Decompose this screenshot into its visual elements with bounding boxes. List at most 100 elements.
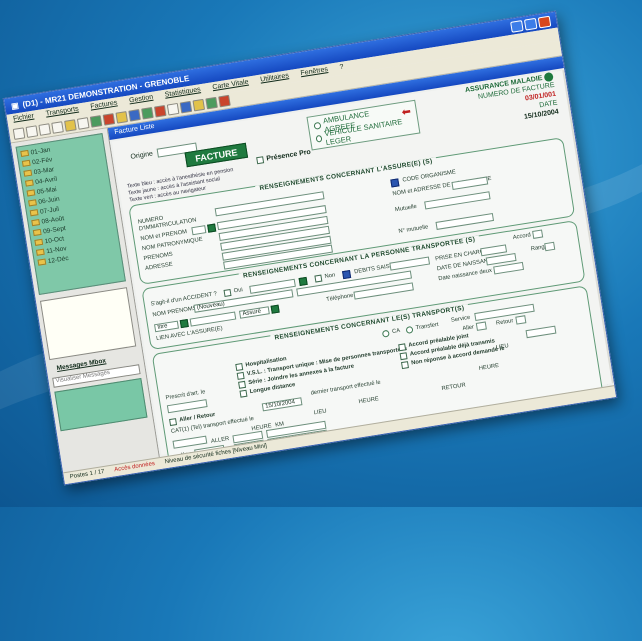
ambulance-icon[interactable] — [102, 113, 116, 126]
titre-input[interactable] — [191, 225, 207, 236]
prescrit-input[interactable] — [166, 399, 208, 414]
telephone-label: Téléphone — [325, 292, 354, 304]
maximize-button[interactable] — [523, 17, 538, 31]
new-document-icon[interactable] — [12, 127, 26, 140]
origine-label: Origine — [130, 150, 154, 161]
document-icon[interactable] — [51, 121, 64, 134]
aller-retour-checkbox[interactable] — [169, 418, 178, 427]
menu-help[interactable]: ? — [339, 64, 344, 74]
transport-type-box: AMBULANCE AGREEE ⬅ VEHICULE SANITAIRE LEG… — [306, 99, 421, 151]
folder-icon — [28, 199, 37, 207]
ca-label: CA — [391, 327, 401, 336]
prenoms-label: PRENOMS — [143, 251, 174, 263]
lien-input[interactable]: Assuré — [238, 306, 270, 319]
n-mutuelle-label: N° mutuelle — [398, 224, 429, 235]
hospitalisation-checkbox[interactable] — [235, 363, 244, 372]
nom-prenoms-label: NOM PRENOMS — [152, 305, 197, 319]
lieu2-label: LIEU — [495, 343, 510, 352]
accord-joint-checkbox[interactable] — [398, 343, 407, 352]
settings-icon[interactable] — [166, 102, 180, 116]
organisme-input[interactable] — [451, 176, 489, 190]
folder-icon — [37, 258, 47, 266]
cat-input[interactable] — [172, 435, 208, 449]
status-postes: Postes 1 / 17 — [69, 468, 105, 481]
print-icon[interactable] — [76, 117, 90, 130]
folder-icon — [34, 238, 44, 246]
folder-icon — [31, 219, 41, 227]
aller-input[interactable] — [475, 321, 487, 331]
notes-area[interactable] — [39, 287, 137, 361]
document-icon[interactable] — [38, 123, 51, 136]
mutuelle-input[interactable] — [424, 191, 491, 210]
accord-transmis-checkbox[interactable] — [399, 352, 408, 361]
patient-icon[interactable] — [89, 115, 103, 128]
serie-checkbox[interactable] — [238, 380, 247, 389]
vsl-radio[interactable] — [315, 134, 323, 143]
lien-dropdown-button[interactable] — [270, 304, 280, 314]
calendar-icon[interactable] — [128, 109, 141, 122]
service-label: Service — [450, 314, 471, 324]
mutuelle-label: Mutuelle — [394, 203, 418, 214]
globe-icon[interactable] — [205, 96, 218, 110]
messages-box[interactable] — [54, 377, 148, 432]
heure2-label: HEURE — [358, 396, 380, 406]
section-title: RENSEIGNEMENTS CONCERNANT L'ASSURE(E) (S… — [255, 157, 437, 193]
transfert-radio[interactable] — [405, 325, 414, 334]
folder-icon — [23, 169, 33, 177]
accident-non-checkbox[interactable] — [314, 274, 323, 283]
aller-section-label: ALLER — [210, 436, 230, 445]
accident-oui-checkbox[interactable] — [223, 288, 232, 297]
presence-row: Présence Pro — [256, 148, 312, 165]
minimize-button[interactable] — [510, 19, 524, 33]
app-icon: ▣ — [10, 100, 20, 111]
aller-label: Aller — [462, 324, 475, 333]
folder-icon — [29, 209, 39, 217]
accord-input[interactable] — [532, 229, 544, 239]
card-icon[interactable] — [115, 111, 129, 124]
personne-prenom-input[interactable] — [189, 311, 237, 327]
accord-label: Accord — [512, 232, 532, 242]
ca-radio[interactable] — [381, 329, 390, 338]
code-organisme-button[interactable] — [390, 178, 400, 188]
folder-icon — [20, 149, 30, 158]
vsl-unique-checkbox[interactable] — [236, 371, 245, 380]
titre-input[interactable]: titre — [154, 320, 179, 333]
folder-icon — [35, 248, 45, 256]
ambulance-radio[interactable] — [313, 121, 322, 130]
close-button[interactable] — [537, 15, 552, 28]
presence-checkbox[interactable] — [256, 156, 265, 165]
titre-dropdown-button[interactable] — [179, 319, 189, 329]
folder-icon — [21, 159, 31, 167]
date-transport-input[interactable]: 15/10/2004 — [261, 397, 303, 412]
debits-input[interactable] — [389, 256, 431, 271]
alert-icon[interactable] — [153, 104, 167, 118]
folder-icon — [26, 189, 36, 197]
rang-input[interactable] — [544, 241, 556, 252]
mail-icon[interactable] — [179, 100, 193, 114]
transfert-label: Transfert — [415, 321, 440, 332]
folder-icon — [32, 228, 42, 237]
debits-button[interactable] — [342, 270, 352, 280]
accident-button[interactable] — [298, 276, 308, 287]
n-mutuelle-input[interactable] — [435, 212, 495, 230]
titre-dropdown-button[interactable] — [207, 223, 217, 233]
folder-icon — [24, 179, 34, 187]
dernier-transport-label: dernier transport effectué le — [310, 379, 382, 397]
oui-label: Oui — [233, 287, 244, 295]
lieu-label: LIEU — [313, 408, 328, 417]
rang-label: Rang — [530, 244, 546, 253]
presence-label: Présence Pro — [266, 148, 312, 163]
folder-icon[interactable] — [64, 119, 77, 132]
month-tree: 01-Jan 02-Fév 03-Mar 04-Avril 05-Mai 06-… — [15, 133, 126, 295]
key-icon[interactable] — [192, 98, 206, 112]
non-reponse-checkbox[interactable] — [400, 361, 409, 370]
retour-section-label: RETOUR — [441, 382, 467, 393]
document-icon[interactable] — [25, 125, 39, 138]
retour-input[interactable] — [515, 315, 527, 325]
accord-date-input[interactable] — [525, 325, 557, 339]
adresse-label: ADRESSE — [144, 261, 174, 272]
non-label: Non — [324, 272, 336, 281]
longue-distance-checkbox[interactable] — [239, 389, 248, 398]
exit-icon[interactable] — [218, 94, 231, 108]
chart-icon[interactable] — [141, 106, 154, 120]
